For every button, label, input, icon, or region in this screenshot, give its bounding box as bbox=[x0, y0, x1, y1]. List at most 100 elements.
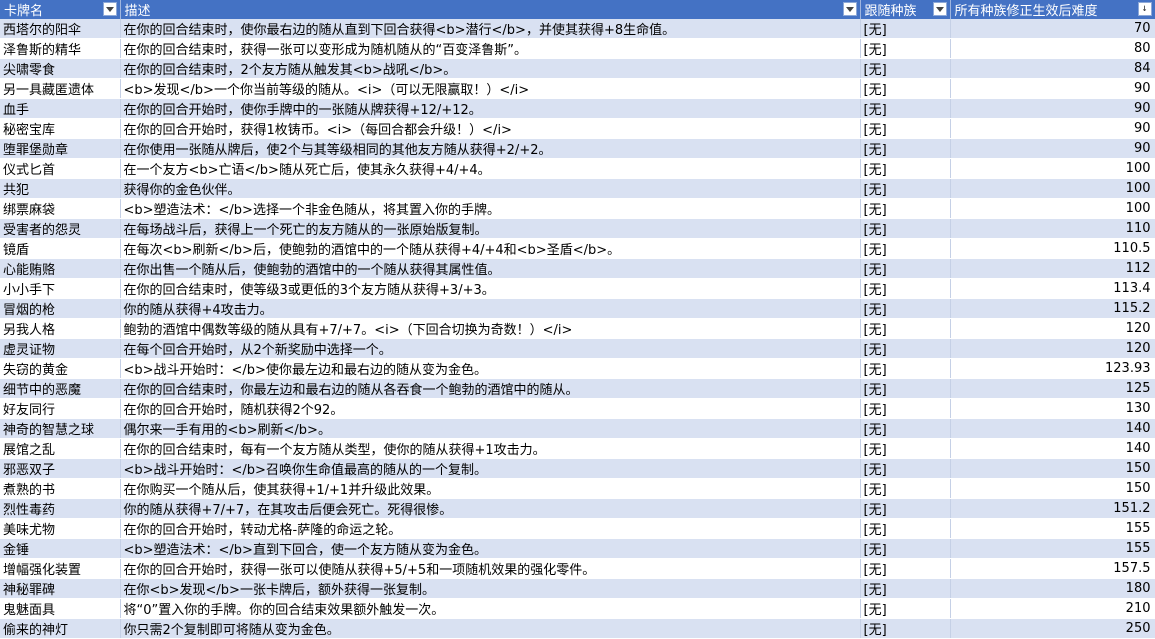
cell-card-name[interactable]: 邪恶双子 bbox=[0, 458, 121, 479]
cell-difficulty[interactable]: 90 bbox=[950, 78, 1155, 99]
cell-difficulty[interactable]: 157.5 bbox=[950, 558, 1155, 579]
cell-card-name[interactable]: 仪式匕首 bbox=[0, 158, 121, 179]
cell-difficulty[interactable]: 90 bbox=[950, 98, 1155, 119]
cell-tribe[interactable]: [无] bbox=[860, 98, 951, 119]
cell-difficulty[interactable]: 155 bbox=[950, 518, 1155, 539]
table-row[interactable]: 煮熟的书 在你购买一个随从后，使其获得+1/+1并升级此效果。 [无] 150 bbox=[0, 478, 1155, 499]
cell-tribe[interactable]: [无] bbox=[860, 498, 951, 519]
cell-description[interactable]: 在你购买一个随从后，使其获得+1/+1并升级此效果。 bbox=[120, 478, 861, 499]
table-row[interactable]: 展馆之乱 在你的回合结束时，每有一个友方随从类型，使你的随从获得+1攻击力。 [无]… bbox=[0, 438, 1155, 459]
cell-difficulty[interactable]: 84 bbox=[950, 58, 1155, 79]
cell-difficulty[interactable]: 90 bbox=[950, 138, 1155, 159]
cell-tribe[interactable]: [无] bbox=[860, 358, 951, 379]
cell-card-name[interactable]: 堕罪堡勋章 bbox=[0, 138, 121, 159]
cell-difficulty[interactable]: 130 bbox=[950, 398, 1155, 419]
cell-difficulty[interactable]: 150 bbox=[950, 458, 1155, 479]
cell-difficulty[interactable]: 125 bbox=[950, 378, 1155, 399]
cell-tribe[interactable]: [无] bbox=[860, 58, 951, 79]
cell-description[interactable]: <b>战斗开始时：</b>召唤你生命值最高的随从的一个复制。 bbox=[120, 458, 861, 479]
cell-tribe[interactable]: [无] bbox=[860, 118, 951, 139]
cell-tribe[interactable]: [无] bbox=[860, 438, 951, 459]
table-row[interactable]: 绑票麻袋 <b>塑造法术：</b>选择一个非金色随从，将其置入你的手牌。 [无] 10… bbox=[0, 198, 1155, 219]
cell-description[interactable]: 在每场战斗后，获得上一个死亡的友方随从的一张原始版复制。 bbox=[120, 218, 861, 239]
cell-tribe[interactable]: [无] bbox=[860, 578, 951, 599]
cell-description[interactable]: 在你的回合结束时，2个友方随从触发其<b>战吼</b>。 bbox=[120, 58, 861, 79]
cell-description[interactable]: <b>战斗开始时：</b>使你最左边和最右边的随从变为金色。 bbox=[120, 358, 861, 379]
cell-description[interactable]: 在你出售一个随从后，使鲍勃的酒馆中的一个随从获得其属性值。 bbox=[120, 258, 861, 279]
cell-description[interactable]: 在你的回合开始时，使你手牌中的一张随从牌获得+12/+12。 bbox=[120, 98, 861, 119]
sort-ascending-icon[interactable]: ↓ bbox=[1137, 2, 1152, 16]
cell-difficulty[interactable]: 250 bbox=[950, 618, 1155, 639]
cell-difficulty[interactable]: 150 bbox=[950, 478, 1155, 499]
cell-tribe[interactable]: [无] bbox=[860, 518, 951, 539]
table-row[interactable]: 细节中的恶魔 在你的回合结束时，你最左边和最右边的随从各吞食一个鲍勃的酒馆中的随从… bbox=[0, 378, 1155, 399]
cell-card-name[interactable]: 冒烟的枪 bbox=[0, 298, 121, 319]
cell-card-name[interactable]: 煮熟的书 bbox=[0, 478, 121, 499]
cell-card-name[interactable]: 共犯 bbox=[0, 178, 121, 199]
cell-difficulty[interactable]: 155 bbox=[950, 538, 1155, 559]
cell-difficulty[interactable]: 120 bbox=[950, 318, 1155, 339]
cell-card-name[interactable]: 偷来的神灯 bbox=[0, 618, 121, 639]
cell-description[interactable]: 在每次<b>刷新</b>后，使鲍勃的酒馆中的一个随从获得+4/+4和<b>圣盾<… bbox=[120, 238, 861, 259]
column-header-difficulty[interactable]: 所有种族修正生效后难度 ↓ bbox=[950, 0, 1155, 19]
cell-description[interactable]: 在你的回合开始时，获得1枚铸币。<i>（每回合都会升级！）</i> bbox=[120, 118, 861, 139]
cell-card-name[interactable]: 尖啸零食 bbox=[0, 58, 121, 79]
cell-card-name[interactable]: 美味尤物 bbox=[0, 518, 121, 539]
table-row[interactable]: 泽鲁斯的精华 在你的回合结束时，获得一张可以变形成为随机随从的“百变泽鲁斯”。 [无… bbox=[0, 38, 1155, 59]
table-row[interactable]: 好友同行 在你的回合开始时，随机获得2个92。 [无] 130 bbox=[0, 398, 1155, 419]
cell-difficulty[interactable]: 100 bbox=[950, 178, 1155, 199]
column-header-tribe[interactable]: 跟随种族 bbox=[860, 0, 951, 19]
cell-description[interactable]: 在每个回合开始时，从2个新奖励中选择一个。 bbox=[120, 338, 861, 359]
cell-difficulty[interactable]: 151.2 bbox=[950, 498, 1155, 519]
table-row[interactable]: 另一具藏匿遗体 <b>发现</b>一个你当前等级的随从。<i>（可以无限赢取！）<… bbox=[0, 78, 1155, 99]
cell-card-name[interactable]: 失窃的黄金 bbox=[0, 358, 121, 379]
cell-description[interactable]: 在你<b>发现</b>一张卡牌后，额外获得一张复制。 bbox=[120, 578, 861, 599]
cell-tribe[interactable]: [无] bbox=[860, 278, 951, 299]
cell-tribe[interactable]: [无] bbox=[860, 198, 951, 219]
cell-tribe[interactable]: [无] bbox=[860, 618, 951, 639]
filter-dropdown-icon[interactable] bbox=[932, 2, 947, 16]
cell-card-name[interactable]: 神奇的智慧之球 bbox=[0, 418, 121, 439]
cell-description[interactable]: 鲍勃的酒馆中偶数等级的随从具有+7/+7。<i>（下回合切换为奇数！）</i> bbox=[120, 318, 861, 339]
table-row[interactable]: 金锤 <b>塑造法术：</b>直到下回合，使一个友方随从变为金色。 [无] 155 bbox=[0, 538, 1155, 559]
cell-tribe[interactable]: [无] bbox=[860, 478, 951, 499]
cell-tribe[interactable]: [无] bbox=[860, 218, 951, 239]
cell-card-name[interactable]: 虚灵证物 bbox=[0, 338, 121, 359]
cell-tribe[interactable]: [无] bbox=[860, 298, 951, 319]
cell-description[interactable]: 你只需2个复制即可将随从变为金色。 bbox=[120, 618, 861, 639]
cell-card-name[interactable]: 西塔尔的阳伞 bbox=[0, 19, 121, 39]
cell-card-name[interactable]: 细节中的恶魔 bbox=[0, 378, 121, 399]
cell-card-name[interactable]: 金锤 bbox=[0, 538, 121, 559]
table-row[interactable]: 秘密宝库 在你的回合开始时，获得1枚铸币。<i>（每回合都会升级！）</i> [无]… bbox=[0, 118, 1155, 139]
cell-difficulty[interactable]: 180 bbox=[950, 578, 1155, 599]
cell-difficulty[interactable]: 123.93 bbox=[950, 358, 1155, 379]
cell-tribe[interactable]: [无] bbox=[860, 258, 951, 279]
table-row[interactable]: 仪式匕首 在一个友方<b>亡语</b>随从死亡后，使其永久获得+4/+4。 [无] 1… bbox=[0, 158, 1155, 179]
cell-difficulty[interactable]: 90 bbox=[950, 118, 1155, 139]
cell-card-name[interactable]: 另一具藏匿遗体 bbox=[0, 78, 121, 99]
cell-difficulty[interactable]: 115.2 bbox=[950, 298, 1155, 319]
cell-tribe[interactable]: [无] bbox=[860, 138, 951, 159]
cell-card-name[interactable]: 烈性毒药 bbox=[0, 498, 121, 519]
cell-card-name[interactable]: 受害者的怨灵 bbox=[0, 218, 121, 239]
cell-description[interactable]: 在你的回合结束时，你最左边和最右边的随从各吞食一个鲍勃的酒馆中的随从。 bbox=[120, 378, 861, 399]
cell-description[interactable]: 你的随从获得+4攻击力。 bbox=[120, 298, 861, 319]
cell-tribe[interactable]: [无] bbox=[860, 338, 951, 359]
cell-difficulty[interactable]: 110.5 bbox=[950, 238, 1155, 259]
cell-difficulty[interactable]: 100 bbox=[950, 158, 1155, 179]
cell-difficulty[interactable]: 110 bbox=[950, 218, 1155, 239]
table-row[interactable]: 尖啸零食 在你的回合结束时，2个友方随从触发其<b>战吼</b>。 [无] 84 bbox=[0, 58, 1155, 79]
cell-tribe[interactable]: [无] bbox=[860, 78, 951, 99]
cell-difficulty[interactable]: 140 bbox=[950, 418, 1155, 439]
table-row[interactable]: 烈性毒药 你的随从获得+7/+7，在其攻击后便会死亡。死得很惨。 [无] 151.2 bbox=[0, 498, 1155, 519]
cell-difficulty[interactable]: 140 bbox=[950, 438, 1155, 459]
cell-card-name[interactable]: 展馆之乱 bbox=[0, 438, 121, 459]
cell-description[interactable]: 在你的回合结束时，每有一个友方随从类型，使你的随从获得+1攻击力。 bbox=[120, 438, 861, 459]
cell-tribe[interactable]: [无] bbox=[860, 538, 951, 559]
cell-description[interactable]: 你的随从获得+7/+7，在其攻击后便会死亡。死得很惨。 bbox=[120, 498, 861, 519]
table-row[interactable]: 失窃的黄金 <b>战斗开始时：</b>使你最左边和最右边的随从变为金色。 [无] 12… bbox=[0, 358, 1155, 379]
cell-card-name[interactable]: 小小手下 bbox=[0, 278, 121, 299]
table-row[interactable]: 血手 在你的回合开始时，使你手牌中的一张随从牌获得+12/+12。 [无] 90 bbox=[0, 98, 1155, 119]
cell-tribe[interactable]: [无] bbox=[860, 19, 951, 39]
cell-tribe[interactable]: [无] bbox=[860, 38, 951, 59]
